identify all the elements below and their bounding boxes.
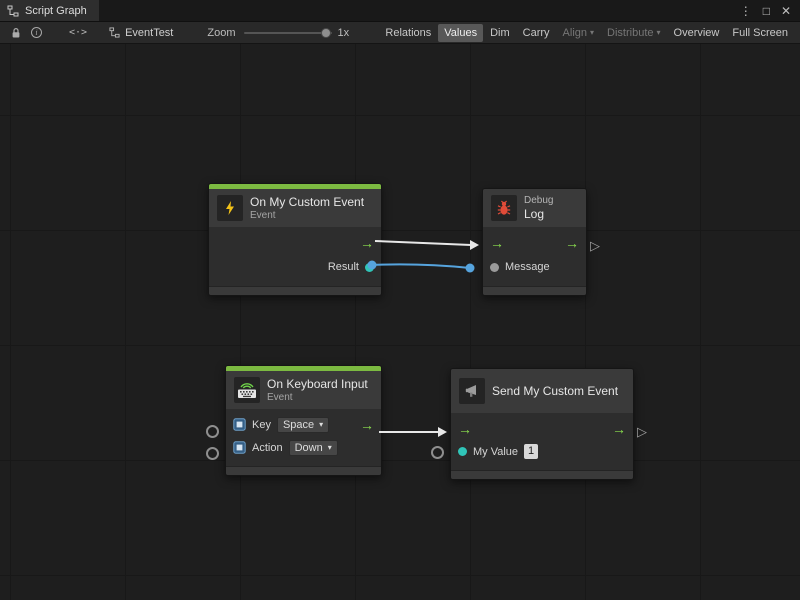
- flow-output-port[interactable]: →: [612, 422, 626, 436]
- connection-flow-custom-event-to-log[interactable]: [375, 241, 471, 245]
- tab-script-graph[interactable]: Script Graph: [0, 0, 99, 21]
- node-header: Debug Log: [483, 189, 586, 227]
- key-external-port[interactable]: [206, 425, 219, 438]
- node-subtitle: Event: [250, 210, 364, 221]
- chevron-down-icon: ▾: [328, 444, 332, 452]
- bug-icon: [491, 195, 517, 221]
- zoom-label: Zoom: [207, 27, 235, 39]
- info-icon-glyph: i: [31, 27, 42, 38]
- action-port-label: Action: [252, 442, 283, 454]
- action-type-icon: [233, 441, 246, 454]
- key-dropdown-value: Space: [283, 419, 314, 431]
- tab-title: Script Graph: [25, 5, 87, 17]
- window-menu-button[interactable]: ⋮: [740, 5, 752, 17]
- graph-canvas[interactable]: On My Custom Event Event → Result: [0, 44, 800, 600]
- lock-icon-glyph: [11, 27, 21, 39]
- close-button[interactable]: ✕: [781, 5, 791, 17]
- key-port-label: Key: [252, 419, 271, 431]
- flow-input-port[interactable]: →: [490, 236, 504, 250]
- node-header: On Keyboard Input Event: [226, 371, 381, 409]
- chevron-down-icon: ▾: [319, 421, 323, 429]
- node-footer: [483, 286, 586, 295]
- my-value-external-port[interactable]: [431, 446, 444, 459]
- node-title: On Keyboard Input: [267, 377, 368, 391]
- flow-output-port[interactable]: →: [565, 236, 579, 250]
- result-output-port[interactable]: [365, 263, 374, 272]
- align-label: Align: [563, 27, 587, 39]
- node-body: → → My Value 1: [451, 413, 633, 470]
- connection-value-result-to-message[interactable]: [372, 264, 470, 268]
- graph-icon: [7, 5, 19, 17]
- connection-arrowhead: [438, 427, 447, 437]
- keyboard-icon: [234, 377, 260, 403]
- my-value-port-label: My Value: [473, 446, 518, 458]
- distribute-button[interactable]: Distribute ▾: [601, 24, 666, 42]
- distribute-label: Distribute: [607, 27, 653, 39]
- action-dropdown-value: Down: [295, 442, 323, 454]
- node-header: On My Custom Event Event: [209, 189, 381, 227]
- node-on-my-custom-event[interactable]: On My Custom Event Event → Result: [208, 183, 382, 296]
- zoom-slider-knob[interactable]: [321, 28, 331, 38]
- fullscreen-button[interactable]: Full Screen: [726, 24, 794, 42]
- values-button[interactable]: Values: [438, 24, 483, 42]
- node-title: On My Custom Event: [250, 195, 364, 209]
- megaphone-icon: [459, 378, 485, 404]
- key-type-icon: [233, 418, 246, 431]
- result-port-label: Result: [328, 261, 359, 273]
- action-external-port[interactable]: [206, 447, 219, 460]
- flow-output-port[interactable]: →: [360, 236, 374, 250]
- maximize-button[interactable]: □: [763, 5, 770, 17]
- dim-button[interactable]: Dim: [484, 24, 516, 42]
- node-title: Send My Custom Event: [492, 384, 618, 398]
- flow-output-port[interactable]: →: [360, 418, 374, 432]
- graph-toolbar: i <·> EventTest Zoom 1x Relations Values…: [0, 22, 800, 44]
- connection-endpoint: [466, 264, 475, 273]
- zoom-value: 1x: [338, 27, 350, 39]
- carry-button[interactable]: Carry: [517, 24, 556, 42]
- my-value-field[interactable]: 1: [524, 444, 538, 459]
- node-category: Debug: [524, 195, 553, 206]
- node-header: Send My Custom Event: [451, 369, 633, 413]
- node-body: Key Space ▾ → Action Down: [226, 409, 381, 466]
- lock-icon[interactable]: [6, 22, 26, 43]
- node-expand-triangle[interactable]: ▷: [637, 425, 647, 438]
- toolbar-buttons: Relations Values Dim Carry Align ▾ Distr…: [379, 24, 794, 42]
- connection-arrowhead: [470, 240, 479, 250]
- node-body: → → Message: [483, 227, 586, 286]
- message-port-label: Message: [505, 261, 550, 273]
- relations-button[interactable]: Relations: [379, 24, 437, 42]
- overview-button[interactable]: Overview: [668, 24, 726, 42]
- code-view-icon[interactable]: <·>: [69, 27, 87, 38]
- align-button[interactable]: Align ▾: [557, 24, 600, 42]
- my-value-input-port[interactable]: [458, 447, 467, 456]
- node-subtitle: Event: [267, 392, 368, 403]
- node-send-my-custom-event[interactable]: Send My Custom Event → → My Value 1: [450, 368, 634, 480]
- key-dropdown[interactable]: Space ▾: [277, 417, 329, 433]
- lightning-icon: [217, 195, 243, 221]
- node-debug-log[interactable]: Debug Log → → Message: [482, 188, 587, 296]
- chevron-down-icon: ▾: [590, 29, 594, 37]
- node-footer: [226, 466, 381, 475]
- unity-script-graph-window: Script Graph ⋮ □ ✕ i <·> EventTest: [0, 0, 800, 600]
- zoom-slider-track: [244, 32, 332, 34]
- graph-name: EventTest: [125, 27, 173, 39]
- node-on-keyboard-input[interactable]: On Keyboard Input Event Key Space ▾: [225, 365, 382, 476]
- graph-icon: [109, 27, 120, 38]
- message-input-port[interactable]: [490, 263, 499, 272]
- node-footer: [209, 286, 381, 295]
- chevron-down-icon: ▾: [657, 29, 661, 37]
- connections-layer: [0, 44, 800, 600]
- titlebar: Script Graph ⋮ □ ✕: [0, 0, 800, 22]
- graph-breadcrumb[interactable]: EventTest: [109, 27, 173, 39]
- node-body: → Result: [209, 227, 381, 286]
- node-expand-triangle[interactable]: ▷: [590, 239, 600, 252]
- node-footer: [451, 470, 633, 479]
- flow-input-port[interactable]: →: [458, 422, 472, 436]
- action-dropdown[interactable]: Down ▾: [289, 440, 338, 456]
- node-title: Log: [524, 207, 553, 221]
- window-controls: ⋮ □ ✕: [740, 0, 800, 21]
- info-icon[interactable]: i: [26, 22, 47, 43]
- zoom-slider[interactable]: [244, 27, 332, 39]
